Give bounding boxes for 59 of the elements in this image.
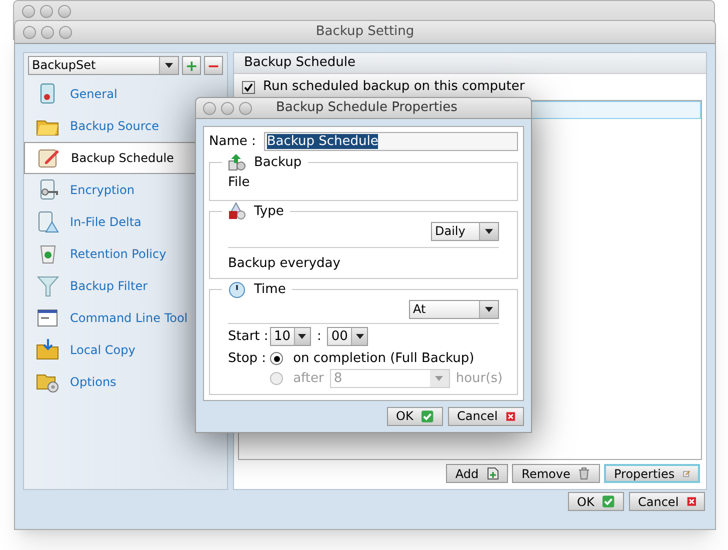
- document-plus-icon: [486, 467, 499, 480]
- checkbox[interactable]: [242, 80, 255, 94]
- action-button[interactable]: Remove: [512, 464, 600, 483]
- checkbox-label: Run scheduled backup on this computer: [263, 78, 525, 96]
- window-control-icon[interactable]: [40, 5, 53, 18]
- cancel-button[interactable]: Cancel: [448, 406, 524, 426]
- radio-label: on completion (Full Backup): [293, 350, 474, 368]
- window-control-icon[interactable]: [221, 102, 234, 114]
- sidebar-item[interactable]: Encryption: [24, 174, 227, 206]
- check-icon: [421, 410, 434, 422]
- action-button[interactable]: Add: [446, 464, 508, 483]
- window-control-icon[interactable]: [22, 5, 35, 18]
- sidebar-item[interactable]: Local Copy: [24, 334, 227, 366]
- sidebar-item[interactable]: Retention Policy: [24, 238, 227, 270]
- backup-value: File: [228, 174, 251, 192]
- radio-button[interactable]: [270, 352, 284, 365]
- document-triangle-icon: [36, 210, 60, 234]
- dialog-title: Backup Schedule Properties: [276, 99, 458, 118]
- sidebar-item[interactable]: In-File Delta: [24, 206, 227, 238]
- panel-header: Backup Schedule: [234, 53, 706, 74]
- ok-button[interactable]: OK: [568, 492, 624, 511]
- section-title: Time: [254, 281, 286, 299]
- window-control-icon[interactable]: [239, 102, 252, 114]
- section-title: Backup: [254, 154, 302, 172]
- type-description: Backup everyday: [228, 254, 342, 272]
- sidebar-item[interactable]: Options: [24, 366, 227, 398]
- sidebar-item[interactable]: General: [24, 78, 227, 110]
- dropdown[interactable]: BackupSet: [28, 56, 180, 75]
- window-control-icon[interactable]: [59, 26, 72, 38]
- funnel-icon: [36, 274, 60, 298]
- time-separator: :: [317, 328, 322, 346]
- window-control-icon[interactable]: [23, 26, 36, 38]
- upload-icon: [228, 153, 246, 172]
- folder-arrow-icon: [36, 338, 60, 362]
- window-title: Backup Setting: [316, 23, 414, 42]
- hour-dropdown[interactable]: 10: [270, 327, 311, 346]
- cancel-button[interactable]: Cancel: [629, 492, 705, 511]
- dropdown[interactable]: Daily: [431, 222, 499, 240]
- remove-button[interactable]: −: [204, 56, 223, 75]
- action-button[interactable]: Properties: [604, 464, 700, 483]
- clock-icon: [228, 280, 246, 299]
- close-icon: [686, 495, 696, 508]
- name-field[interactable]: Backup Schedule: [264, 132, 518, 152]
- window-control-icon[interactable]: [41, 26, 54, 38]
- sidebar-item[interactable]: Backup Filter: [24, 270, 227, 302]
- section-title: Type: [254, 202, 284, 220]
- shapes-icon: [228, 202, 246, 220]
- window-control-icon[interactable]: [58, 5, 71, 18]
- check-icon: [602, 495, 615, 508]
- minute-dropdown[interactable]: 00: [327, 327, 368, 346]
- trash-icon: [578, 467, 590, 480]
- radio-label: after: [293, 370, 324, 388]
- close-icon: [506, 410, 515, 422]
- unit-label: hour(s): [456, 370, 503, 388]
- dropdown[interactable]: At: [409, 300, 499, 319]
- sidebar-item[interactable]: Command Line Tool: [24, 302, 227, 334]
- window-control-icon[interactable]: [203, 102, 216, 114]
- ok-button[interactable]: OK: [387, 406, 443, 426]
- stop-label: Stop :: [228, 350, 266, 368]
